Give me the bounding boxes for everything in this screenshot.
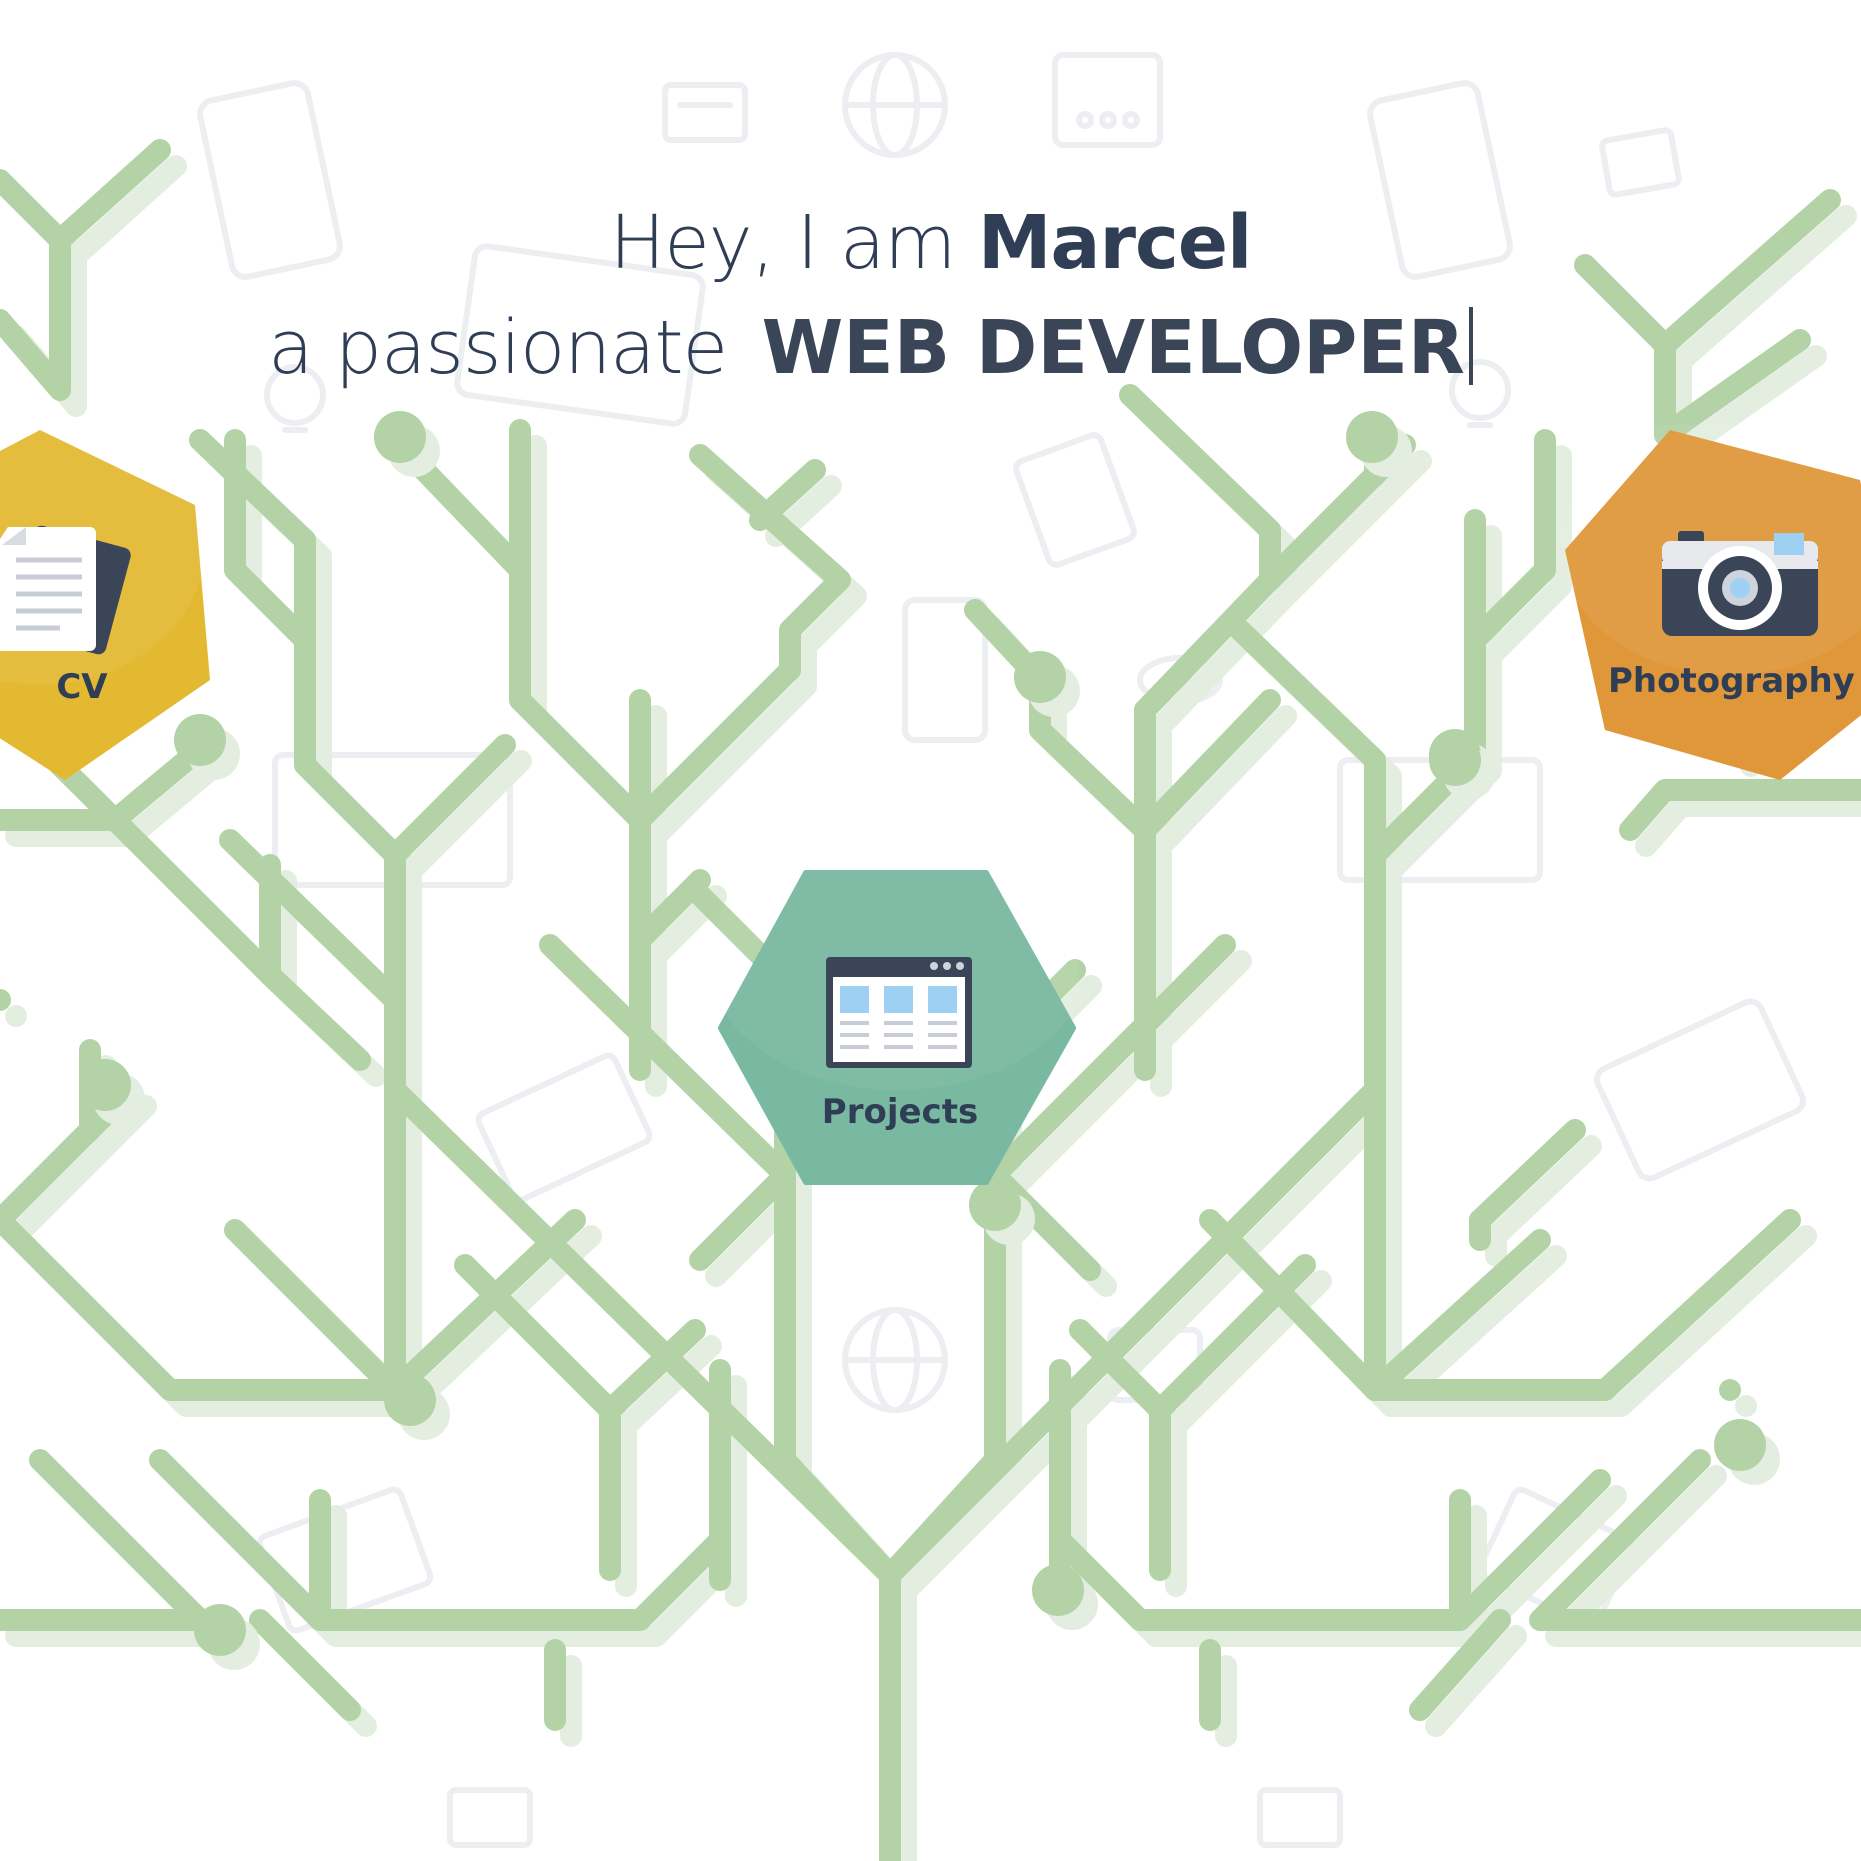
branch-knob — [374, 411, 426, 463]
branch-knob — [1346, 411, 1398, 463]
branch — [1635, 795, 1861, 857]
branch-knob — [384, 1374, 436, 1426]
hero-tagline: a passionate WEB DEVELOPER — [0, 305, 1801, 391]
hero-name: Marcel — [977, 200, 1252, 286]
photography-label: Photography — [1608, 661, 1855, 701]
document-stack-icon — [0, 525, 131, 655]
branch — [1129, 1469, 1611, 1631]
hero-greeting: Hey, I am Marcel — [0, 200, 1861, 286]
branch-knob — [1014, 651, 1066, 703]
projects-label: Projects — [821, 1092, 979, 1132]
camera-icon — [1662, 531, 1818, 636]
branch-knob — [1714, 1419, 1766, 1471]
typing-cursor — [1468, 307, 1473, 385]
cv-nav-button[interactable]: CV — [0, 425, 220, 785]
branch — [259, 964, 371, 1071]
photography-nav-button[interactable]: Photography — [1560, 425, 1861, 785]
cv-label: CV — [56, 667, 108, 707]
browser-window-icon — [826, 957, 972, 1068]
branch — [0, 1209, 406, 1401]
hero-role: WEB DEVELOPER — [761, 305, 1465, 391]
branch-knob — [79, 1059, 131, 1111]
tagline-prefix: a passionate — [268, 305, 728, 391]
branch-knob — [1032, 1564, 1084, 1616]
branch-knob — [194, 1604, 246, 1656]
branch — [224, 1079, 406, 1401]
branch-knob — [969, 1179, 1021, 1231]
greeting-text: Hey, I am — [609, 200, 978, 286]
branch — [149, 1449, 651, 1631]
branch — [219, 829, 406, 1011]
branch-knob — [1429, 734, 1481, 786]
projects-nav-button[interactable]: Projects — [718, 870, 1078, 1185]
